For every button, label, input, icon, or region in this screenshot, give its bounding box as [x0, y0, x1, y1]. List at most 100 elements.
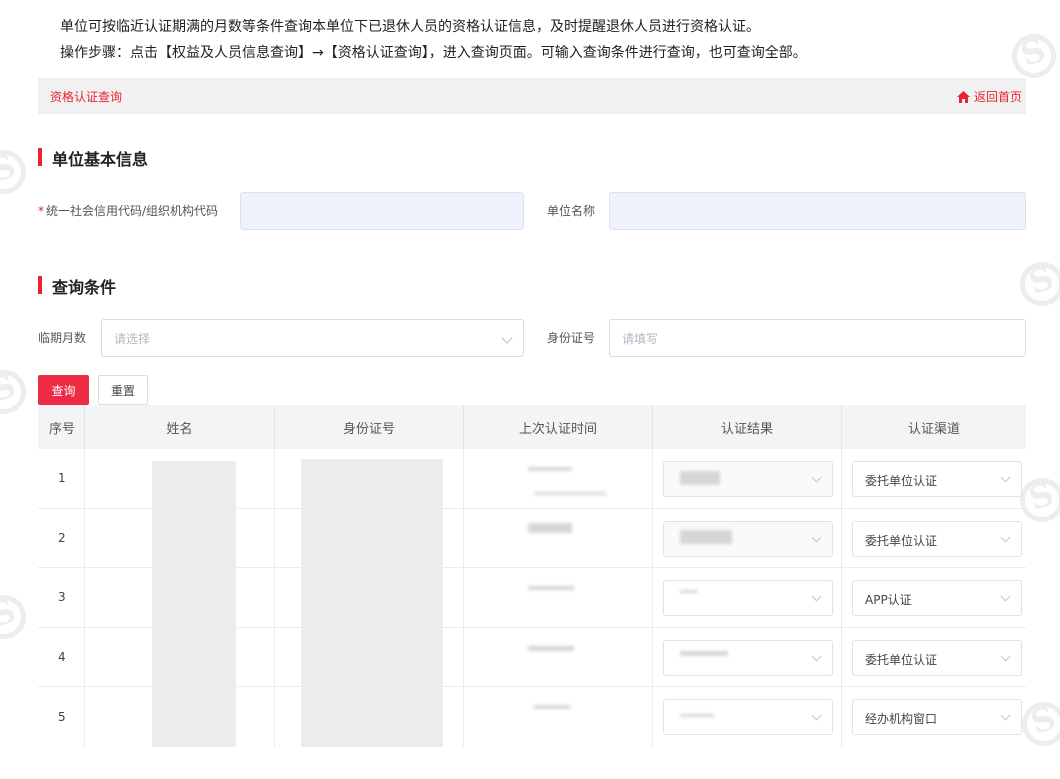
auth-channel-cell: 经办机构窗口	[842, 687, 1026, 747]
auth-result-select[interactable]	[663, 639, 833, 676]
auth-channel-value: 委托单位认证	[865, 652, 938, 667]
watermark-logo	[1005, 27, 1060, 85]
auth-channel-cell: 委托单位认证	[842, 509, 1026, 568]
credit-code-label: * 统一社会信用代码/组织机构代码	[38, 202, 218, 219]
auth-result-cell	[653, 449, 842, 508]
id-number-label: 身份证号	[547, 331, 596, 345]
section-title-query: 查询条件	[38, 274, 116, 298]
chevron-down-icon	[811, 472, 822, 483]
row-index: 1	[38, 449, 85, 508]
name-cell	[85, 449, 275, 509]
column-header-auth-result: 认证结果	[653, 405, 842, 449]
auth-result-cell	[653, 627, 842, 687]
blurred-value	[528, 522, 572, 533]
column-header-last-auth-time: 上次认证时间	[464, 405, 653, 449]
months-label: 临期月数	[38, 331, 87, 345]
blurred-value	[528, 586, 574, 591]
redacted-mask	[152, 627, 236, 688]
id-number-cell	[275, 449, 464, 509]
credit-code-label-text: 统一社会信用代码/组织机构代码	[46, 204, 219, 218]
months-select[interactable]: 请选择	[101, 319, 524, 357]
auth-channel-cell: 委托单位认证	[842, 628, 1026, 687]
last-auth-time-cell	[464, 508, 653, 568]
table-header: 序号 姓名 身份证号 上次认证时间 认证结果 认证渠道	[38, 405, 1026, 449]
months-placeholder: 请选择	[114, 332, 151, 346]
auth-result-select[interactable]	[663, 699, 833, 736]
redacted-mask	[301, 627, 443, 688]
unit-name-field[interactable]	[609, 192, 1026, 230]
watermark-logo	[0, 588, 33, 646]
required-mark: *	[38, 204, 44, 218]
chevron-down-icon	[1000, 532, 1011, 543]
section-title-basic-info: 单位基本信息	[38, 146, 148, 170]
table-row: 1 委托单位认证	[38, 449, 1026, 509]
redacted-mask	[301, 568, 443, 629]
column-header-name: 姓名	[85, 405, 275, 449]
auth-channel-value: 委托单位认证	[865, 474, 938, 488]
last-auth-time-cell	[464, 627, 653, 687]
row-index: 2	[38, 508, 85, 568]
id-number-cell	[275, 508, 464, 569]
blurred-value	[680, 529, 732, 544]
back-home-link[interactable]: 返回首页	[956, 88, 1022, 105]
id-number-input[interactable]: 请填写	[609, 319, 1026, 357]
page-header-bar: 资格认证查询 返回首页	[38, 78, 1026, 114]
auth-result-select[interactable]	[663, 461, 833, 497]
unit-name-label: 单位名称	[547, 204, 596, 218]
row-index: 3	[38, 568, 85, 627]
redacted-mask	[152, 568, 236, 629]
name-cell	[85, 627, 275, 688]
credit-code-field[interactable]	[240, 192, 524, 230]
intro-text: 单位可按临近认证期满的月数等条件查询本单位下已退休人员的资格认证信息，及时提醒退…	[60, 14, 807, 66]
auth-channel-select[interactable]: APP认证	[852, 580, 1022, 617]
redacted-mask	[152, 687, 236, 748]
auth-result-cell	[653, 687, 842, 747]
auth-channel-select[interactable]: 委托单位认证	[852, 520, 1022, 557]
blurred-value	[680, 471, 720, 485]
auth-channel-select[interactable]: 经办机构窗口	[852, 699, 1022, 736]
blurred-value	[528, 467, 572, 471]
auth-result-cell	[653, 568, 842, 627]
auth-channel-select[interactable]: 委托单位认证	[852, 461, 1022, 497]
auth-channel-cell: 委托单位认证	[842, 449, 1026, 508]
intro-line-1: 单位可按临近认证期满的月数等条件查询本单位下已退休人员的资格认证信息，及时提醒退…	[60, 19, 760, 35]
table-row: 3 APP认证	[38, 568, 1026, 629]
watermark-logo	[0, 363, 33, 421]
chevron-down-icon	[811, 710, 822, 721]
table-row: 4 委托单位认证	[38, 627, 1026, 688]
id-number-cell	[275, 627, 464, 688]
auth-channel-select[interactable]: 委托单位认证	[852, 639, 1022, 676]
chevron-down-icon	[1000, 472, 1011, 483]
column-header-auth-channel: 认证渠道	[907, 421, 960, 437]
auth-result-cell	[653, 508, 842, 568]
blurred-value	[528, 645, 574, 651]
redacted-mask	[152, 461, 236, 509]
last-auth-time-cell	[464, 449, 653, 508]
back-home-label: 返回首页	[973, 90, 1022, 104]
watermark-logo	[0, 143, 33, 201]
chevron-down-icon	[811, 651, 822, 662]
page-title: 资格认证查询	[50, 90, 123, 104]
auth-channel-value: APP认证	[865, 593, 912, 608]
last-auth-time-cell	[464, 687, 653, 747]
blurred-value	[680, 590, 698, 594]
reset-button[interactable]: 重置	[98, 375, 148, 405]
chevron-down-icon	[811, 591, 822, 602]
chevron-down-icon	[501, 332, 513, 344]
redacted-mask	[301, 687, 443, 748]
chevron-down-icon	[1000, 591, 1011, 602]
column-header-index: 序号	[38, 405, 85, 449]
blurred-value	[534, 491, 606, 496]
table-row: 2 委托单位认证	[38, 508, 1026, 569]
auth-result-select[interactable]	[663, 520, 833, 557]
home-icon	[956, 90, 970, 103]
blurred-value	[534, 705, 570, 710]
column-header-id-number: 身份证号	[275, 405, 464, 449]
auth-channel-value: 经办机构窗口	[865, 712, 938, 727]
auth-result-select[interactable]	[663, 580, 833, 617]
last-auth-time-cell	[464, 568, 653, 627]
search-button[interactable]: 查询	[38, 375, 89, 405]
chevron-down-icon	[1000, 710, 1011, 721]
blurred-value	[680, 650, 728, 656]
row-index: 5	[38, 687, 85, 747]
